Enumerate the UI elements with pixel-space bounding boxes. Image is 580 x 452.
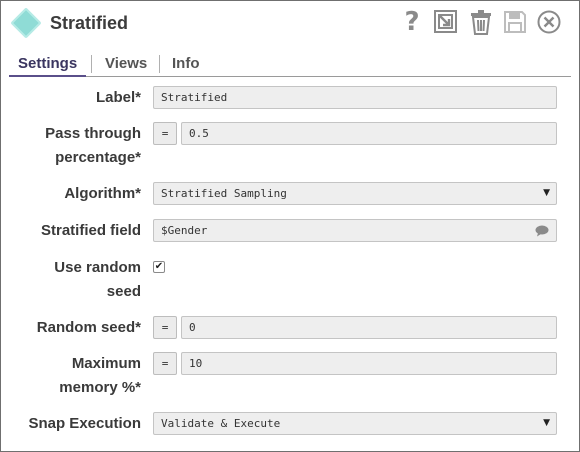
tab-divider [91,55,92,73]
use-random-seed-label-line1: Use random [54,259,141,276]
expand-icon[interactable] [433,9,459,35]
trash-icon[interactable] [469,9,493,35]
snap-execution-label: Snap Execution [28,415,141,432]
close-circle-icon[interactable] [536,9,562,35]
dialog-title: Stratified [50,13,129,33]
random-seed-input[interactable]: 0 [181,316,557,339]
pass-through-input[interactable]: 0.5 [181,122,557,145]
chevron-down-icon: ▼ [543,418,550,428]
tab-info[interactable]: Info [163,53,209,77]
pass-through-label-line1: Pass through [45,125,141,142]
tab-settings[interactable]: Settings [9,53,87,77]
algorithm-selected-value: Stratified Sampling [161,187,287,200]
stratified-field-label: Stratified field [40,222,141,239]
random-seed-label: Random seed* [36,319,141,336]
tab-views[interactable]: Views [96,53,156,77]
pass-through-expression-toggle[interactable]: = [153,122,177,145]
snap-settings-dialog: Stratified ? Settings Views Info Label* … [0,0,580,452]
stratified-field-input[interactable]: $Gender [153,219,557,242]
save-icon[interactable] [503,9,527,35]
dialog-header: Stratified ? [1,1,579,47]
help-button[interactable]: ? [403,9,421,35]
snap-execution-select[interactable]: Validate & Execute ▼ [153,412,557,435]
snap-diamond-icon [10,7,42,39]
tab-bar: Settings Views Info [9,53,571,77]
use-random-seed-label-line2: seed [106,283,141,300]
pass-through-label-line2: percentage* [55,149,141,166]
max-memory-label-line2: memory %* [59,379,141,396]
label-input[interactable]: Stratified [153,86,557,109]
tab-divider [159,55,160,73]
max-memory-expression-toggle[interactable]: = [153,352,177,375]
stratified-field-value: $Gender [161,224,208,237]
algorithm-select[interactable]: Stratified Sampling ▼ [153,182,557,205]
algorithm-label: Algorithm* [64,185,141,202]
max-memory-label-line1: Maximum [71,355,141,372]
comment-bubble-icon[interactable] [535,225,549,237]
max-memory-input[interactable]: 10 [181,352,557,375]
label-field-label: Label* [95,89,141,106]
random-seed-expression-toggle[interactable]: = [153,316,177,339]
snap-execution-selected-value: Validate & Execute [161,417,281,430]
use-random-seed-checkbox[interactable]: ✔ [153,261,165,273]
chevron-down-icon: ▼ [543,188,550,198]
